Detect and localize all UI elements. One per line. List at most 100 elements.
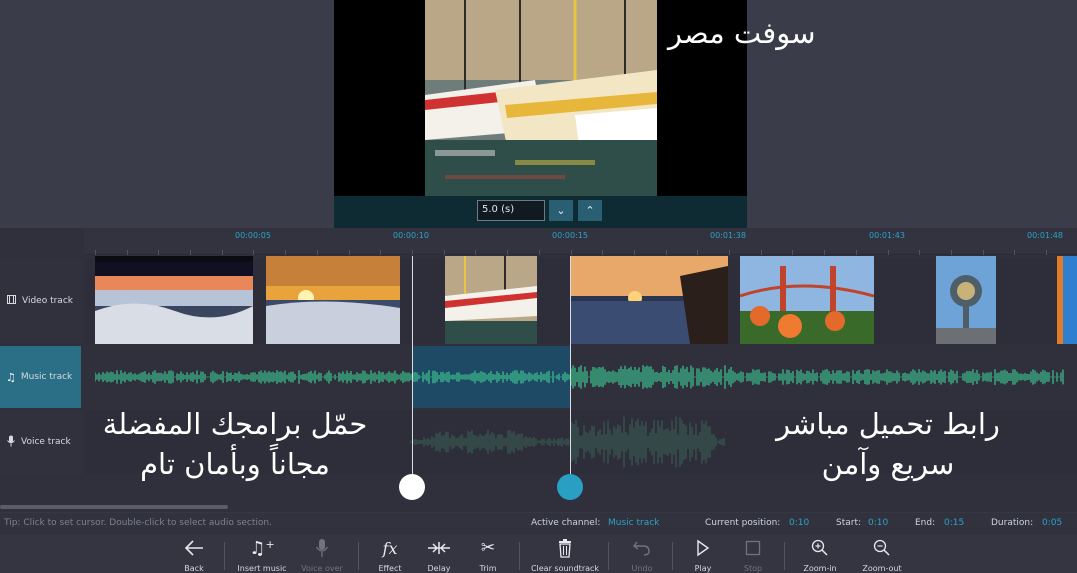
microphone-icon [6, 435, 16, 450]
stop-button[interactable]: Stop [721, 537, 785, 573]
video-track-label[interactable]: Video track [0, 258, 81, 344]
music-plus-icon: ♫ + [249, 537, 275, 559]
music-track-text: Music track [20, 372, 73, 382]
ruler-minor-tick [158, 250, 159, 255]
overlay-right-line2: سريع وآمن [821, 447, 955, 481]
trim-button[interactable]: ✂ Trim [456, 537, 520, 573]
toolbar-divider [224, 542, 225, 570]
stop-icon [721, 537, 785, 559]
ruler-minor-tick [317, 250, 318, 255]
ruler-minor-tick [634, 250, 635, 255]
ruler-tick-label: 00:01:38 [710, 231, 746, 240]
duration-value: 0:05 [1042, 518, 1063, 528]
ruler-minor-tick [127, 250, 128, 255]
ruler-minor-tick [697, 250, 698, 255]
overlay-right-text: رابط تحميل مباشر سريع وآمن [748, 404, 1028, 484]
ruler-minor-tick [444, 250, 445, 255]
overlay-right-line1: رابط تحميل مباشر [776, 407, 1000, 441]
ruler-minor-tick [190, 250, 191, 255]
zoom-out-icon [850, 537, 914, 559]
insert-music-label: Insert music [237, 564, 287, 573]
duration-up-button[interactable]: ⌃ [578, 200, 602, 221]
start-value: 0:10 [868, 518, 889, 528]
current-position-value: 0:10 [789, 518, 810, 528]
chevron-up-icon: ⌃ [585, 204, 595, 217]
video-clip-thumbnail[interactable] [570, 256, 728, 344]
zoom-out-button[interactable]: Zoom-out [850, 537, 914, 573]
selection-end-handle[interactable] [557, 474, 583, 500]
chevron-down-icon: ⌄ [556, 204, 566, 217]
ruler-minor-tick [761, 250, 762, 255]
ruler-minor-tick [412, 250, 413, 255]
video-clip-thumbnail[interactable] [936, 256, 996, 344]
ruler-minor-tick [824, 250, 825, 255]
ruler-minor-tick [856, 250, 857, 255]
active-channel-label: Active channel: [531, 518, 601, 528]
toolbar-divider [784, 542, 785, 570]
active-channel-value: Music track [608, 518, 660, 528]
trash-icon [530, 537, 600, 559]
scissors-icon: ✂ [480, 538, 496, 558]
duration-input[interactable]: 5.0 (s) [477, 200, 545, 221]
duration-label: Duration: [991, 518, 1034, 528]
overlay-left-line1: حمّل برامجك المفضلة [102, 407, 368, 441]
ruler-minor-tick [919, 250, 920, 255]
clear-soundtrack-label: Clear soundtrack [530, 564, 600, 573]
undo-button[interactable]: Undo [610, 537, 674, 573]
ruler-minor-tick [95, 250, 96, 255]
ruler-tick-label: 00:00:05 [235, 231, 271, 240]
stop-label: Stop [743, 564, 763, 573]
ruler-minor-tick [539, 250, 540, 255]
ruler-minor-tick [475, 250, 476, 255]
video-clip-thumbnail[interactable] [95, 256, 253, 344]
zoom-out-label: Zoom-out [862, 564, 902, 573]
ruler-minor-tick [1046, 250, 1047, 255]
ruler-minor-tick [349, 250, 350, 255]
duration-down-button[interactable]: ⌄ [549, 200, 573, 221]
zoom-in-icon [788, 537, 852, 559]
ruler-tick-label: 00:00:10 [393, 231, 429, 240]
back-label: Back [184, 564, 204, 573]
timeline-scrollbar[interactable] [0, 505, 228, 509]
voice-track-label[interactable]: Voice track [0, 410, 81, 474]
microphone-icon [290, 537, 354, 559]
undo-icon [610, 537, 674, 559]
ruler-minor-tick [507, 250, 508, 255]
video-clip-thumbnail[interactable] [1057, 256, 1077, 344]
zoom-in-label: Zoom-in [803, 564, 837, 573]
ruler-minor-tick [1014, 250, 1015, 255]
start-label: Start: [836, 518, 862, 528]
film-icon [6, 294, 17, 308]
preview-image [425, 0, 657, 196]
ruler-tick-label: 00:01:43 [869, 231, 905, 240]
voice-over-button[interactable]: Voice over [290, 537, 354, 573]
undo-label: Undo [631, 564, 653, 573]
music-note-icon: ♫ [6, 370, 16, 384]
video-track-text: Video track [22, 296, 73, 306]
status-tip: Tip: Click to set cursor. Double-click t… [4, 518, 272, 528]
back-button[interactable]: Back [162, 537, 226, 573]
toolbar-divider [519, 542, 520, 570]
music-track-label[interactable]: ♫ Music track [0, 346, 81, 408]
zoom-in-button[interactable]: Zoom-in [788, 537, 852, 573]
overlay-title: سوفت مصر [668, 16, 816, 50]
video-clip-thumbnail[interactable] [740, 256, 874, 344]
voice-track-text: Voice track [21, 437, 71, 447]
end-value: 0:15 [944, 518, 965, 528]
clear-soundtrack-button[interactable]: Clear soundtrack [530, 537, 600, 573]
selection-start-handle[interactable] [399, 474, 425, 500]
video-clip-thumbnail[interactable] [445, 256, 537, 344]
ruler-minor-tick [666, 250, 667, 255]
toolbar-divider [608, 542, 609, 570]
video-clip-thumbnail[interactable] [266, 256, 400, 344]
ruler-minor-tick [253, 250, 254, 255]
selection-end-line [570, 256, 571, 488]
current-position-label: Current position: [705, 518, 781, 528]
arrow-left-icon [162, 537, 226, 559]
selection-start-line [412, 256, 413, 488]
insert-music-button[interactable]: ♫ + Insert music [230, 537, 294, 573]
music-waveform [95, 365, 1064, 389]
ruler-minor-tick [792, 250, 793, 255]
ruler-minor-tick [380, 250, 381, 255]
ruler-minor-tick [951, 250, 952, 255]
